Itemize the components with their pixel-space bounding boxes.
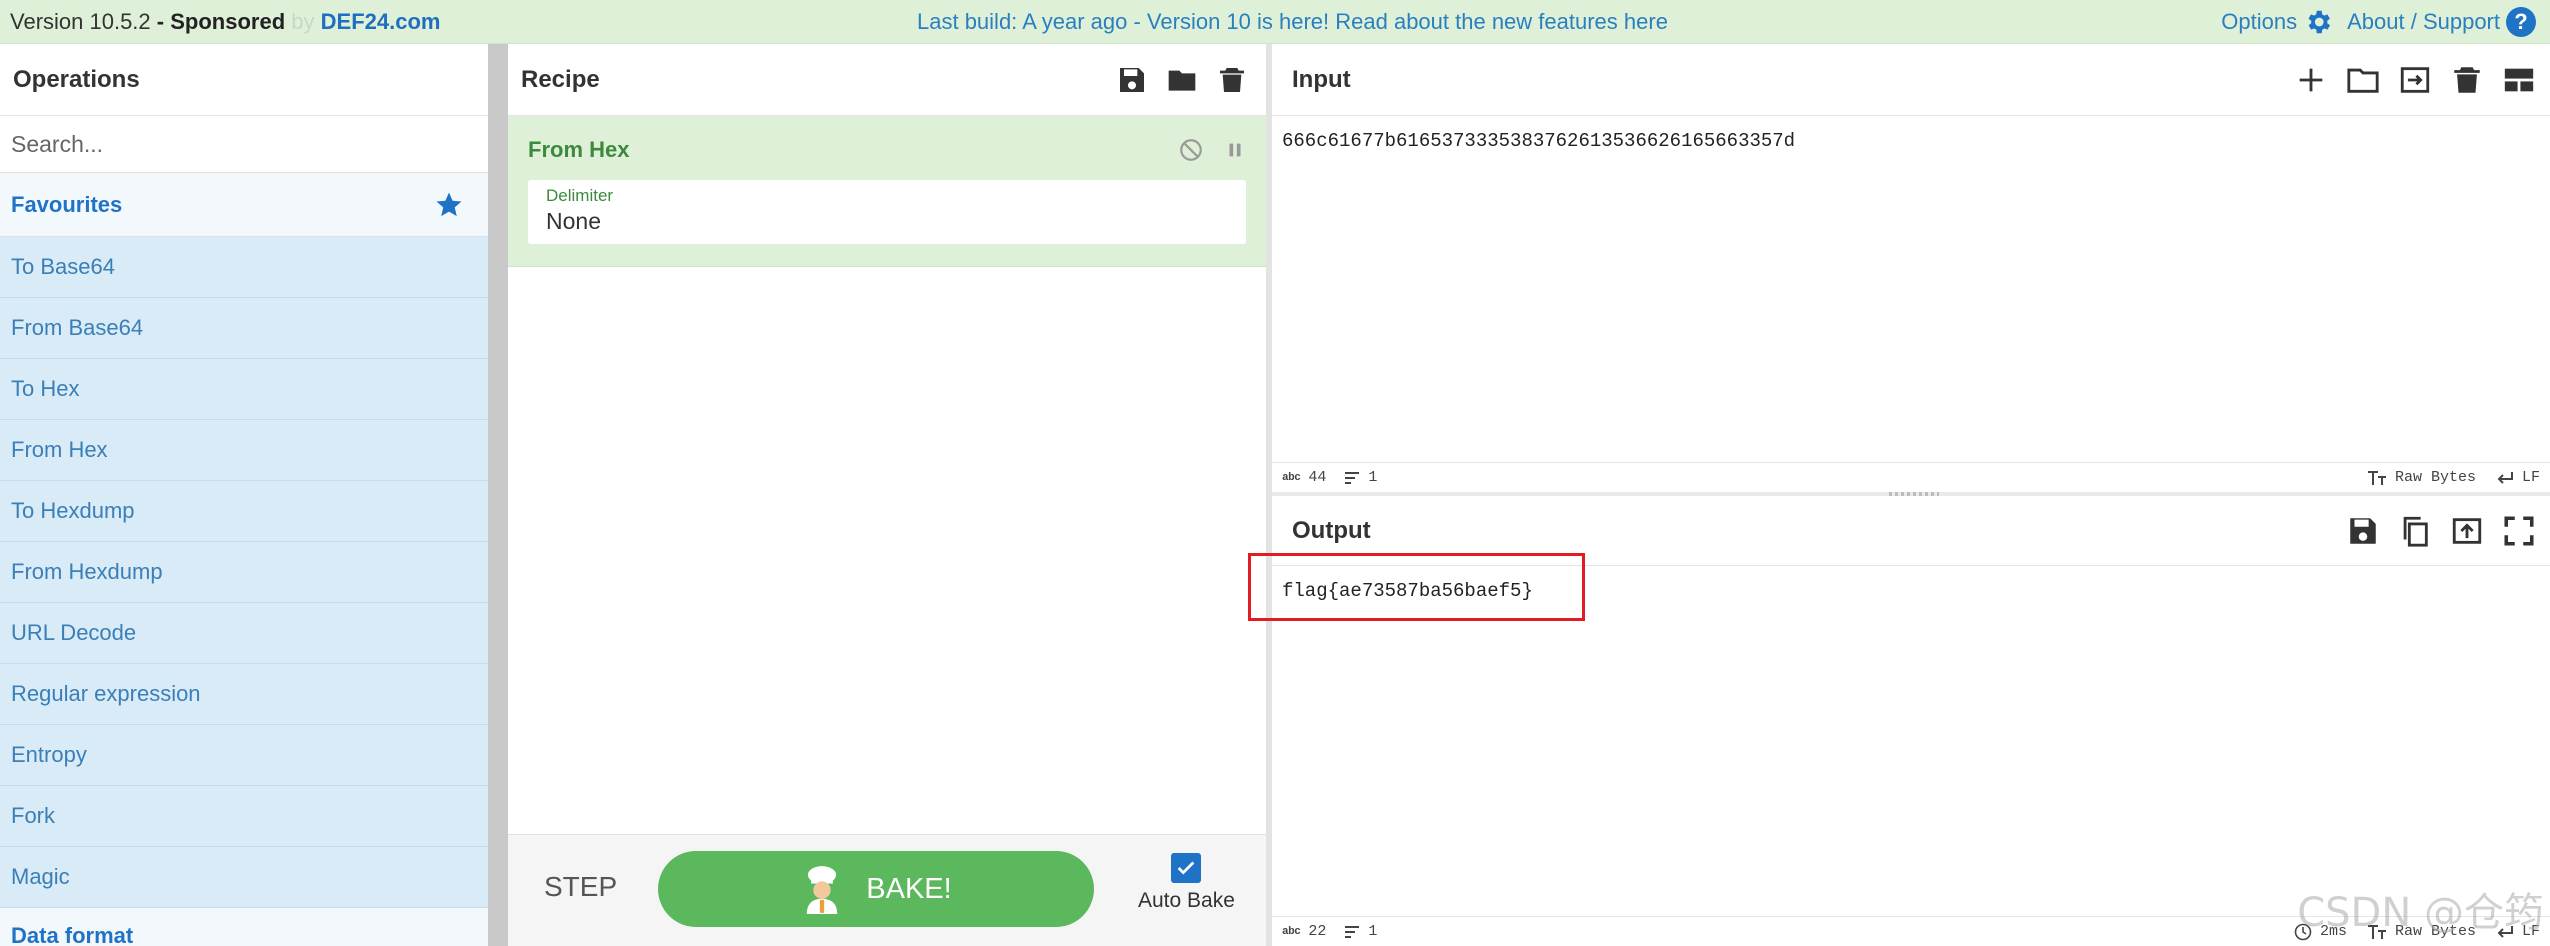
lines-icon [1345,925,1360,938]
abc-icon: abc [1282,471,1301,484]
output-lines-stat: 1 [1344,923,1377,940]
save-output-icon[interactable] [2346,514,2380,548]
chef-icon [807,866,838,914]
auto-bake-toggle[interactable]: Auto Bake [1138,853,1235,913]
input-header: Input [1272,44,2550,116]
delimiter-value: None [546,208,601,234]
operations-recipe-splitter[interactable] [488,44,508,946]
version-info: Version 10.5.2 - Sponsored by DEF24.com [10,9,440,35]
operation-item[interactable]: To Hexdump [0,481,488,542]
input-title: Input [1292,65,1351,93]
operations-title: Operations [0,44,488,116]
about-support-button[interactable]: About / Support ? [2347,6,2536,37]
operation-list: To Base64 From Base64 To Hex From Hex To… [0,237,488,908]
auto-bake-label: Auto Bake [1138,889,1235,912]
copy-icon[interactable] [2398,514,2432,548]
delimiter-label: Delimiter [546,186,614,205]
input-length-value: 44 [1308,469,1327,486]
text-size-icon [2367,470,2386,485]
bake-bar: STEP BAKE! Auto Bake [508,834,1266,946]
operation-item[interactable]: From Base64 [0,298,488,359]
delimiter-select[interactable]: Delimiter None [528,180,1246,244]
input-lines-value: 1 [1368,469,1378,486]
operations-search-input[interactable] [11,130,488,158]
operation-item[interactable]: URL Decode [0,603,488,664]
save-icon[interactable] [1116,64,1148,96]
star-icon[interactable] [434,190,464,220]
output-length-value: 22 [1308,923,1327,940]
folder-icon[interactable] [1166,64,1198,96]
auto-bake-checkbox[interactable] [1171,853,1202,883]
watermark: CSDN @仓筠 [2297,890,2544,936]
recipe-operation-name: From Hex [528,137,630,162]
operation-item[interactable]: To Base64 [0,237,488,298]
bake-label: BAKE! [866,872,952,905]
input-encoding-label: Raw Bytes [2394,469,2476,486]
search-box [0,116,488,173]
sponsored-by-label: by [291,8,315,34]
checkmark-icon [1178,861,1195,875]
layout-icon[interactable] [2502,63,2536,97]
abc-icon: abc [1282,925,1301,938]
output-lines-value: 1 [1368,923,1378,940]
options-button[interactable]: Options [2221,7,2333,37]
operation-item[interactable]: From Hex [0,420,488,481]
options-label: Options [2221,8,2298,34]
operation-item[interactable]: Magic [0,847,488,908]
release-notice-link[interactable]: Last build: A year ago - Version 10 is h… [917,9,1668,35]
sponsor-link[interactable]: DEF24.com [321,9,441,34]
operations-pane: Operations Favourites To Base64 From Bas… [0,44,488,946]
input-import-icon[interactable] [2398,63,2432,97]
sponsored-label: Sponsored [170,8,286,34]
recipe-title: Recipe [521,65,600,93]
lines-icon [1345,471,1360,484]
step-button[interactable]: STEP [544,871,617,903]
category-data-format[interactable]: Data format [0,908,488,946]
output-highlight-annotation [1248,553,1585,621]
input-pane: Input 666c61677b616537333538376261353662… [1272,44,2550,492]
top-banner: Version 10.5.2 - Sponsored by DEF24.com … [0,0,2550,44]
trash-icon[interactable] [1216,64,1248,96]
version-separator: - [150,8,171,34]
help-icon: ? [2506,6,2536,37]
replace-input-icon[interactable] [2450,514,2484,548]
operation-item[interactable]: Fork [0,786,488,847]
operation-item[interactable]: Regular expression [0,664,488,725]
bake-button[interactable]: BAKE! [658,851,1094,927]
input-lines-stat: 1 [1344,469,1377,486]
clear-input-trash-icon[interactable] [2450,63,2484,97]
maximize-icon[interactable] [2502,514,2536,548]
input-textarea[interactable]: 666c61677b616537333538376261353662616566… [1272,116,2550,166]
input-eol-label: LF [2521,469,2540,486]
recipe-operation-card: From Hex Delimiter None [508,116,1266,267]
input-length-stat: abc 44 [1282,469,1326,486]
input-encoding-button[interactable]: Raw Bytes [2367,469,2476,486]
about-support-label: About / Support [2347,8,2500,34]
plus-icon[interactable] [2294,63,2328,97]
disable-icon[interactable] [1178,137,1204,163]
category-favourites[interactable]: Favourites [0,173,488,237]
pause-icon[interactable] [1224,139,1246,161]
gear-icon [2308,10,2331,33]
recipe-header: Recipe [508,44,1266,116]
open-folder-icon[interactable] [2346,63,2380,97]
version-label: Version 10.5.2 [10,8,151,34]
operation-item[interactable]: To Hex [0,359,488,420]
data-format-label: Data format [11,923,134,946]
recipe-pane: Recipe From Hex Delimiter None STEP BAKE… [508,44,1266,946]
input-eol-button[interactable]: LF [2496,469,2540,486]
operation-item[interactable]: Entropy [0,725,488,786]
favourites-label: Favourites [11,191,123,217]
input-status-bar: abc 44 1 Raw Bytes LF [1272,462,2550,492]
operation-item[interactable]: From Hexdump [0,542,488,603]
return-arrow-icon [2497,471,2513,484]
output-length-stat: abc 22 [1282,923,1326,940]
output-title: Output [1292,516,1371,544]
